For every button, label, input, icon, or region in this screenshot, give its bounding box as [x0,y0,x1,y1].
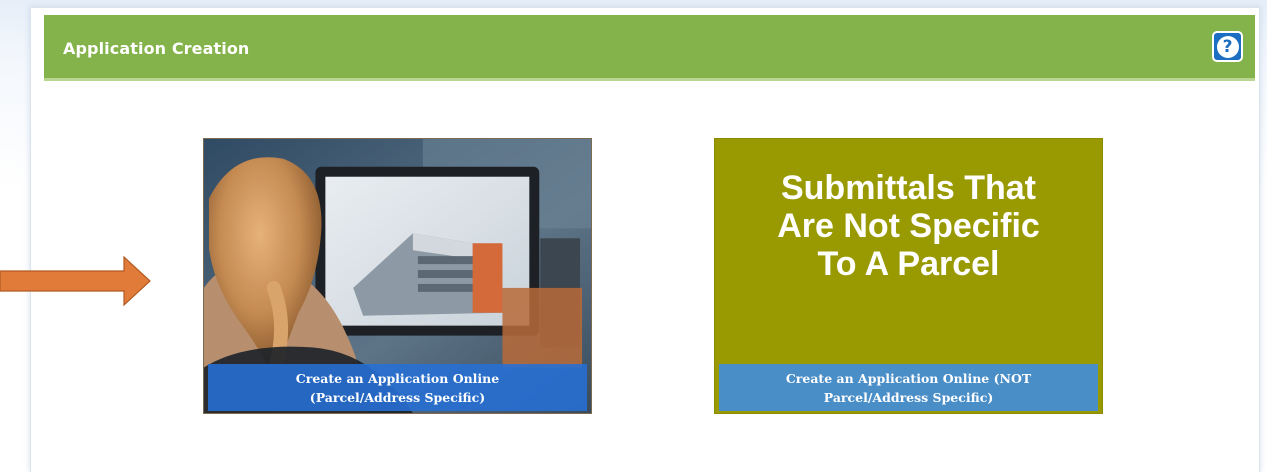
caption-line: Create an Application Online (NOT [785,371,1032,386]
create-application-non-parcel-tile[interactable]: Submittals That Are Not Specific To A Pa… [714,138,1103,414]
panel-header: Application Creation ? [44,15,1255,81]
application-creation-panel: Application Creation ? Create an Applica… [30,7,1260,472]
page: Application Creation ? Create an Applica… [0,0,1267,472]
help-button[interactable]: ? [1212,31,1243,62]
panel-title: Application Creation [63,39,250,58]
tile-caption: Create an Application Online (Parcel/Add… [208,364,587,411]
tile-heading: Submittals That Are Not Specific To A Pa… [777,169,1040,283]
caption-line: Parcel/Address Specific) [823,390,994,405]
tile-caption: Create an Application Online (NOT Parcel… [719,364,1098,411]
create-application-parcel-tile[interactable]: Create an Application Online (Parcel/Add… [203,138,592,414]
caption-line: (Parcel/Address Specific) [309,390,486,405]
caption-line: Create an Application Online [295,371,500,386]
question-mark-icon: ? [1216,35,1239,58]
right-arrow-icon [0,255,152,311]
